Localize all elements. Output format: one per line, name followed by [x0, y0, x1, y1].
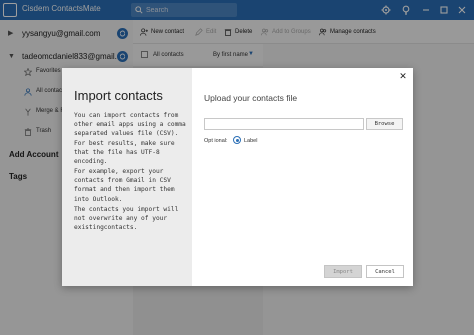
browse-button[interactable]: Browse	[366, 118, 403, 130]
import-button[interactable]: Import	[324, 265, 362, 278]
dialog-description-3: The contacts you import will not overwri…	[74, 206, 179, 232]
radio-label: Label	[244, 138, 258, 144]
file-path-input[interactable]	[204, 118, 364, 130]
dialog-info-panel: Import contacts You can import contacts …	[62, 68, 192, 286]
optional-label: Opt ional:	[204, 138, 228, 144]
close-dialog-icon[interactable]: ✕	[398, 71, 408, 81]
dialog-title: Import contacts	[74, 88, 163, 103]
label-radio[interactable]	[233, 136, 241, 144]
cancel-button[interactable]: Cancel	[366, 265, 404, 278]
import-contacts-dialog: Import contacts You can import contacts …	[62, 68, 413, 286]
upload-title: Upload your contacts file	[204, 93, 298, 103]
dialog-description-2: For example, export your contacts from G…	[74, 168, 175, 203]
dialog-description-1: You can import contacts from other email…	[74, 112, 186, 166]
